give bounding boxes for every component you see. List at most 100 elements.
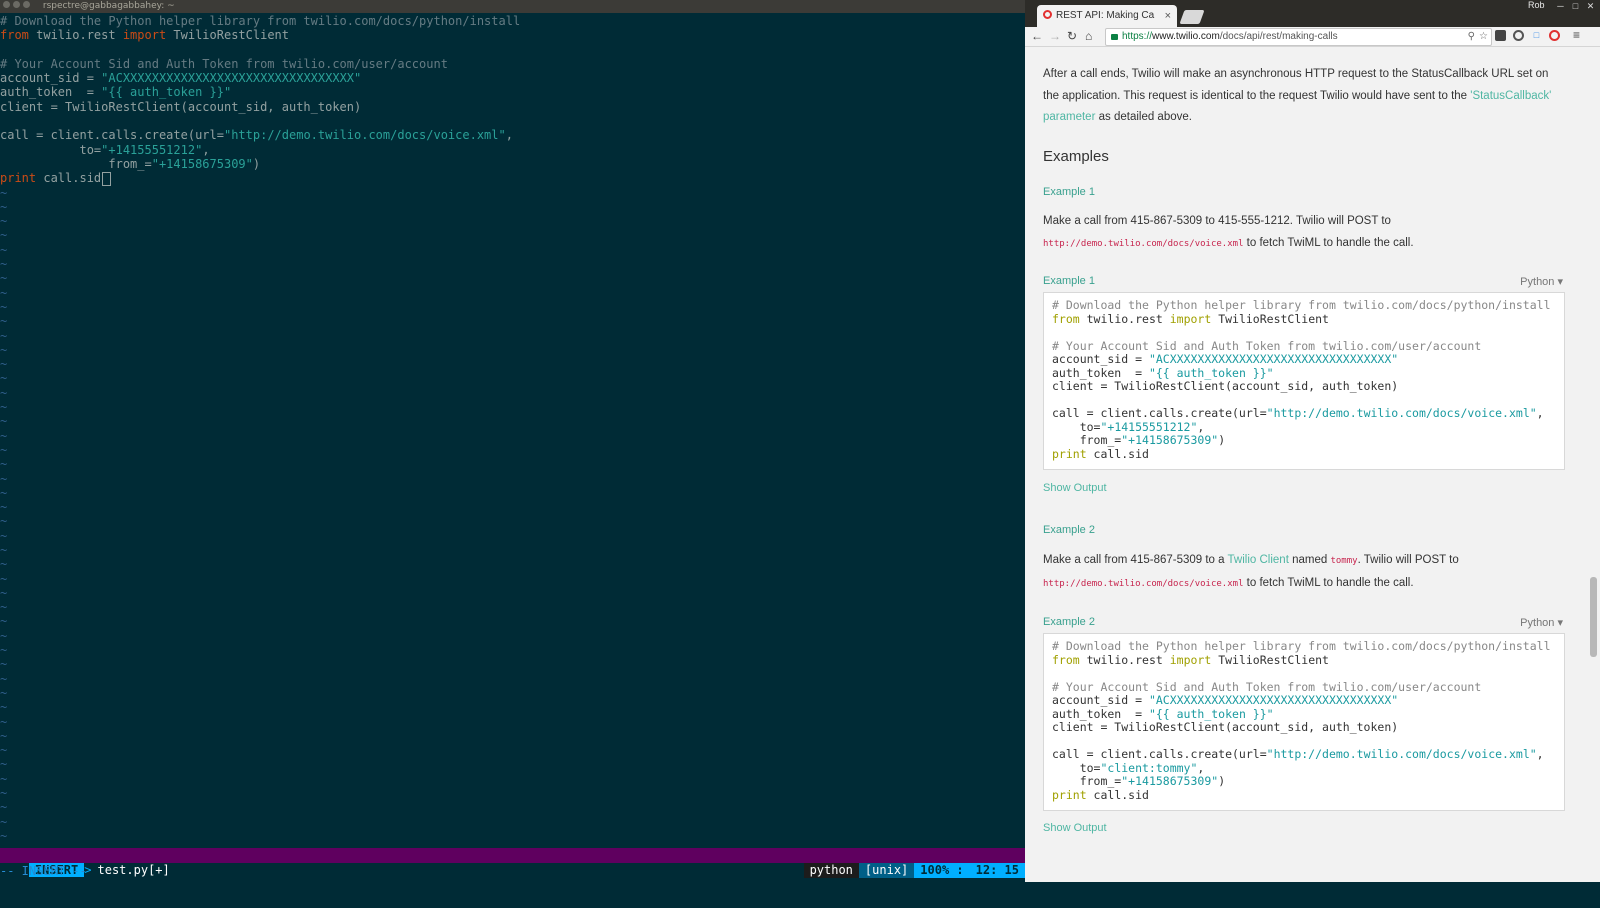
profile-name[interactable]: Rob xyxy=(1528,0,1545,11)
empty-line-tilde: ~ xyxy=(0,385,8,400)
show-output-button-2[interactable]: Show Output xyxy=(1043,822,1107,834)
code-line: auth_token = "{{ auth_token }}" xyxy=(1052,707,1564,722)
code-line: from twilio.rest import TwilioRestClient xyxy=(1052,311,1564,327)
code-line: from twilio.rest import TwilioRestClient xyxy=(1052,652,1564,668)
code-token: from xyxy=(0,28,29,43)
code-token: twilio.rest xyxy=(28,28,123,43)
code-line: account_sid = "ACXXXXXXXXXXXXXXXXXXXXXXX… xyxy=(1052,352,1564,367)
code-token: , xyxy=(505,128,513,143)
code-token: from xyxy=(1052,652,1080,667)
empty-line-tilde: ~ xyxy=(0,485,8,500)
empty-line-tilde: ~ xyxy=(0,471,8,486)
code-line: print call.sid xyxy=(0,171,1025,186)
empty-line-tilde: ~ xyxy=(0,671,8,686)
code-line: # Download the Python helper library fro… xyxy=(1052,298,1564,313)
empty-line-tilde: ~ xyxy=(0,743,8,758)
twilio-client-link[interactable]: Twilio Client xyxy=(1228,554,1289,566)
empty-line-tilde: ~ xyxy=(0,242,8,257)
empty-line-tilde: ~ xyxy=(0,700,8,715)
new-tab-button[interactable] xyxy=(1179,10,1205,24)
code-token: client = TwilioRestClient(account_sid, a… xyxy=(1052,379,1399,393)
close-window-icon[interactable] xyxy=(3,1,10,8)
empty-line-tilde: ~ xyxy=(0,371,8,386)
empty-line-tilde: ~ xyxy=(0,600,8,615)
vim-percent: 100% : xyxy=(914,863,970,878)
maximize-icon[interactable]: □ xyxy=(1570,1,1581,11)
url-host: www.twilio.com xyxy=(1152,31,1220,42)
empty-line-tilde: ~ xyxy=(0,657,8,672)
example-2-code-block[interactable]: # Download the Python helper library fro… xyxy=(1043,633,1565,811)
back-icon[interactable]: ← xyxy=(1031,29,1043,43)
browser-tab[interactable]: REST API: Making Ca × xyxy=(1037,5,1177,27)
vim-cmdline: -- INSERT -- xyxy=(0,864,87,878)
example-1-code-block[interactable]: # Download the Python helper library fro… xyxy=(1043,292,1565,470)
terminal-window[interactable]: rspectre@gabbagabbahey: ~ # Download the… xyxy=(0,0,1025,882)
address-bar[interactable]: https://www.twilio.com/docs/api/rest/mak… xyxy=(1105,28,1492,46)
code-line: print call.sid xyxy=(1052,446,1564,462)
code-token: , xyxy=(1197,419,1205,434)
code-token: to= xyxy=(0,142,102,157)
code-token: ) xyxy=(252,156,261,171)
code-line: account_sid = "ACXXXXXXXXXXXXXXXXXXXXXXX… xyxy=(1052,693,1564,708)
tab-close-icon[interactable]: × xyxy=(1165,5,1171,27)
code-token: account_sid = xyxy=(1052,693,1149,707)
examples-heading: Examples xyxy=(1043,148,1109,165)
code-token: to= xyxy=(1052,419,1101,434)
code-token: to= xyxy=(1052,760,1101,775)
pocket-icon[interactable] xyxy=(1495,30,1506,41)
page-scrollbar[interactable] xyxy=(1590,577,1597,657)
translate-icon[interactable]: □ xyxy=(1531,30,1542,41)
code-line: # Your Account Sid and Auth Token from t… xyxy=(0,57,1025,71)
example-2-description: Make a call from 415-867-5309 to a Twili… xyxy=(1043,554,1459,589)
minimize-window-icon[interactable] xyxy=(13,1,20,8)
vim-buffer[interactable]: # Download the Python helper library fro… xyxy=(0,14,1025,843)
code-token: # Download the Python helper library fro… xyxy=(1052,298,1551,312)
empty-line-tilde: ~ xyxy=(0,685,8,700)
empty-line-tilde: ~ xyxy=(0,214,8,229)
code-line: # Your Account Sid and Auth Token from t… xyxy=(1052,680,1564,695)
adblock-icon[interactable] xyxy=(1549,30,1560,41)
close-icon[interactable]: ✕ xyxy=(1585,1,1596,11)
example-2-code-label: Example 2 xyxy=(1043,616,1095,628)
extension-icon[interactable] xyxy=(1513,30,1524,41)
forward-icon[interactable]: → xyxy=(1049,29,1061,43)
code-token: import xyxy=(1169,652,1212,667)
empty-line-tilde: ~ xyxy=(0,557,8,572)
code-token: "ACXXXXXXXXXXXXXXXXXXXXXXXXXXXXXXXX" xyxy=(101,71,362,86)
empty-line-tilde: ~ xyxy=(0,643,8,658)
home-icon[interactable]: ⌂ xyxy=(1085,29,1092,43)
vim-filename: test.py[+] xyxy=(97,863,170,877)
code-token: import xyxy=(1169,311,1212,326)
empty-line-tilde: ~ xyxy=(0,357,8,372)
reload-icon[interactable]: ↻ xyxy=(1067,29,1077,43)
code-token: call = client.calls.create(url= xyxy=(1052,747,1267,761)
show-output-button-1[interactable]: Show Output xyxy=(1043,482,1107,494)
browser-window[interactable]: REST API: Making Ca × Rob ─ □ ✕ ← → ↻ ⌂ … xyxy=(1025,0,1600,882)
code-line: # Download the Python helper library fro… xyxy=(0,14,1025,28)
code-token: TwilioRestClient xyxy=(1211,311,1329,326)
empty-line-tilde: ~ xyxy=(0,628,8,643)
zoom-icon[interactable]: ⚲ xyxy=(1468,29,1475,45)
menu-icon[interactable]: ≡ xyxy=(1571,29,1582,41)
language-dropdown-2[interactable]: Python ▾ xyxy=(1520,616,1563,629)
code-line: # Your Account Sid and Auth Token from t… xyxy=(1052,339,1564,354)
language-dropdown-1[interactable]: Python ▾ xyxy=(1520,275,1563,288)
twilio-favicon-icon xyxy=(1043,9,1052,19)
empty-line-tilde: ~ xyxy=(0,457,8,472)
tab-bar: REST API: Making Ca × Rob ─ □ ✕ xyxy=(1025,0,1600,27)
code-token: from xyxy=(1052,311,1080,326)
bookmark-star-icon[interactable]: ☆ xyxy=(1479,29,1488,45)
code-token: from_= xyxy=(1052,774,1122,788)
code-token: , xyxy=(202,142,210,157)
code-line: auth_token = "{{ auth_token }}" xyxy=(0,85,1025,99)
code-token: print xyxy=(1052,446,1087,461)
code-token: ) xyxy=(1218,433,1226,447)
minimize-icon[interactable]: ─ xyxy=(1555,1,1566,11)
empty-line-tilde: ~ xyxy=(0,814,8,829)
code-token: call.sid xyxy=(1086,446,1149,461)
maximize-window-icon[interactable] xyxy=(23,1,30,8)
